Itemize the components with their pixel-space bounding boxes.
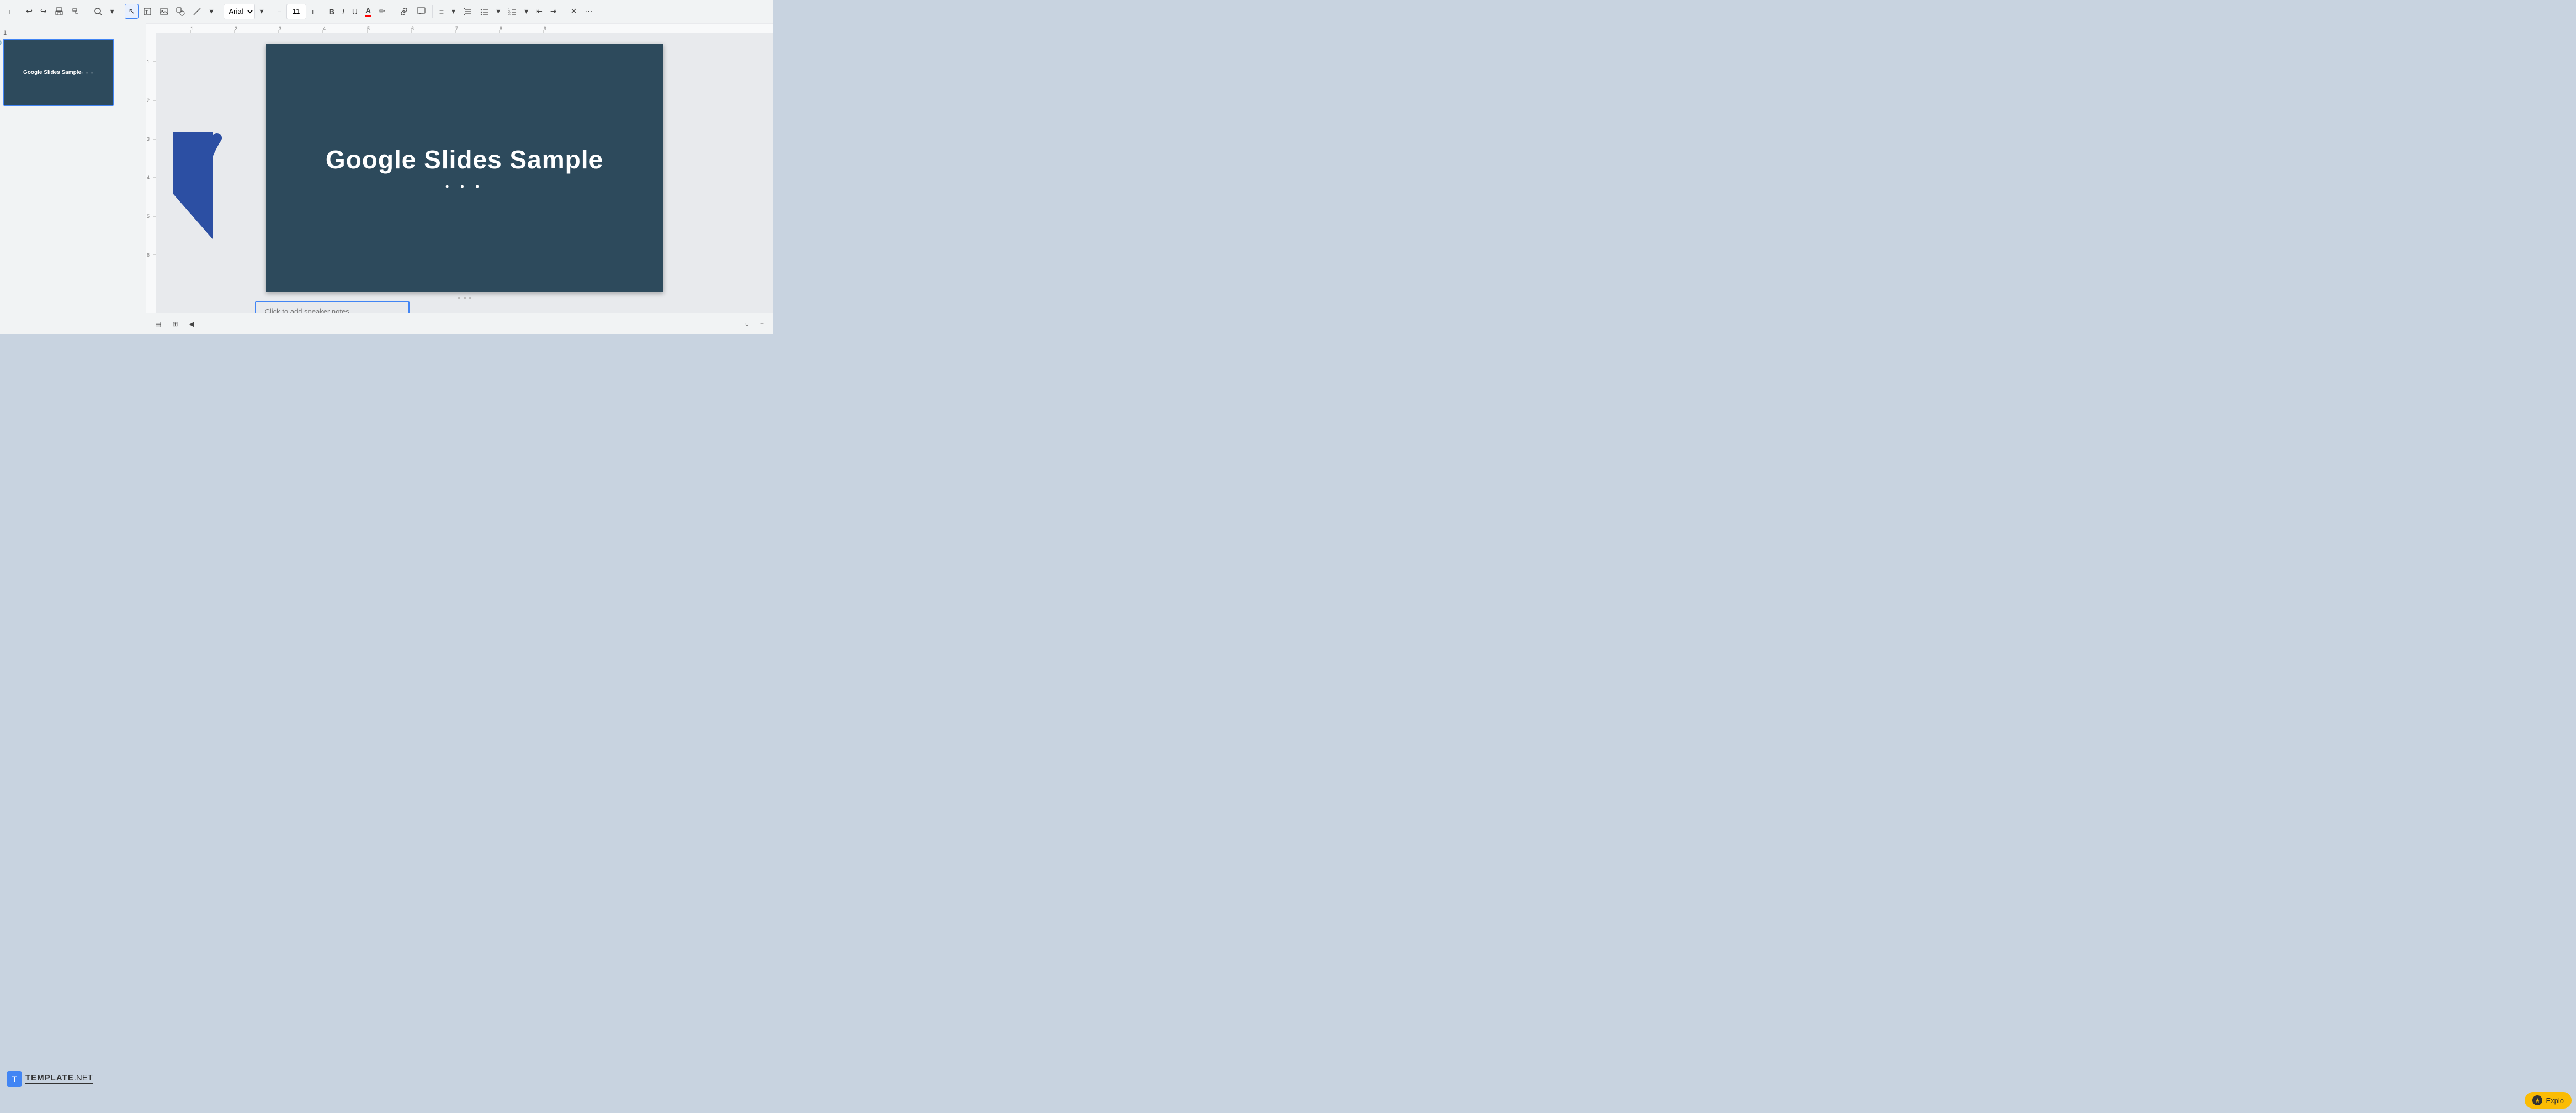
collapse-panel-button[interactable]: ◀ (184, 318, 198, 330)
image-button[interactable] (156, 5, 172, 18)
zoom-in-button[interactable]: + (756, 318, 768, 330)
indent-decrease-button[interactable]: ⇤ (533, 4, 546, 18)
svg-text:8: 8 (500, 26, 502, 31)
svg-text:6: 6 (147, 252, 150, 258)
explore-label: Explo (2546, 1096, 2564, 1105)
shape-button[interactable] (173, 5, 188, 18)
fit-button[interactable]: ○ (741, 318, 753, 330)
svg-text:4: 4 (323, 26, 326, 31)
link-button[interactable] (396, 5, 412, 18)
svg-text:1: 1 (190, 26, 193, 31)
canvas-with-ruler: 1 2 3 4 5 6 (146, 33, 773, 313)
arrow-annotation (173, 132, 261, 246)
canvas-area: 1 2 3 4 5 6 7 8 9 (146, 23, 773, 334)
svg-text:3: 3 (147, 136, 150, 142)
line-button[interactable] (189, 5, 205, 18)
svg-text:5: 5 (147, 214, 150, 219)
line-dropdown[interactable]: ▾ (206, 4, 216, 18)
redo-button[interactable]: ↪ (37, 4, 50, 18)
thumbnail-dots: • • • (81, 71, 94, 76)
add-button[interactable]: + (4, 5, 15, 18)
font-increase-button[interactable]: + (307, 5, 318, 18)
zoom-dropdown[interactable]: ▾ (107, 4, 118, 18)
more-button[interactable]: ⋯ (581, 4, 596, 18)
scroll-dot-1 (458, 297, 460, 299)
text-button[interactable]: T (140, 5, 155, 18)
svg-text:1: 1 (147, 59, 150, 65)
font-decrease-button[interactable]: − (274, 5, 285, 18)
svg-text:4: 4 (147, 175, 150, 180)
clear-format-button[interactable]: ✕ (567, 4, 581, 18)
italic-button[interactable]: I (339, 5, 348, 18)
logo-icon: T (7, 1071, 22, 1087)
thumbnail-title: Google Slides Sample (23, 70, 81, 76)
svg-text:9: 9 (544, 26, 546, 31)
slide-thumbnail[interactable]: Google Slides Sample • • • (3, 39, 114, 106)
toolbar: + ↩ ↪ ▾ ↖ T ▾ Arial ▾ − + B I U A ✏ (0, 0, 773, 23)
grid-view-button[interactable]: ⊞ (168, 318, 182, 330)
numbered-button[interactable]: 1.2.3. (504, 5, 520, 18)
numbered-dropdown[interactable]: ▾ (521, 4, 532, 18)
svg-text:3.: 3. (508, 13, 511, 16)
ruler-horizontal: 1 2 3 4 5 6 7 8 9 (146, 23, 773, 33)
bullets-dropdown[interactable]: ▾ (493, 4, 503, 18)
template-logo: T TEMPLATE .NET (7, 1071, 93, 1087)
line-spacing-button[interactable] (460, 5, 475, 18)
main-area: 1 🔗 Google Slides Sample • • • 1 2 (0, 23, 773, 334)
scroll-dot-3 (469, 297, 471, 299)
svg-text:3: 3 (279, 26, 281, 31)
svg-text:2: 2 (235, 26, 237, 31)
slide-view-button[interactable]: ▤ (151, 318, 166, 330)
logo-text: TEMPLATE .NET (25, 1073, 93, 1084)
font-dropdown[interactable]: ▾ (256, 4, 267, 18)
scroll-handle (458, 297, 471, 299)
explore-button[interactable]: ★ Explo (2525, 1092, 2572, 1109)
align-button[interactable]: ≡ (436, 5, 447, 18)
svg-text:5: 5 (367, 26, 370, 31)
font-family-select[interactable]: Arial (224, 4, 255, 19)
link-icon: 🔗 (0, 40, 2, 51)
sep8 (432, 5, 433, 18)
scroll-dot-2 (464, 297, 466, 299)
slide-number: 1 (3, 28, 11, 36)
font-color-button[interactable]: A (362, 4, 374, 19)
ruler-vertical: 1 2 3 4 5 6 (146, 33, 156, 313)
logo-brand: TEMPLATE (25, 1073, 74, 1083)
comment-button[interactable] (413, 5, 429, 18)
undo-button[interactable]: ↩ (23, 4, 36, 18)
align-dropdown[interactable]: ▾ (448, 4, 459, 18)
slide-panel: 1 🔗 Google Slides Sample • • • (0, 23, 146, 334)
cursor-button[interactable]: ↖ (125, 4, 139, 19)
print-button[interactable] (51, 5, 67, 18)
format-paint-button[interactable] (68, 5, 83, 18)
slide-dots: • • • (445, 181, 484, 193)
svg-text:6: 6 (411, 26, 414, 31)
bold-button[interactable]: B (326, 5, 338, 18)
svg-text:T: T (145, 9, 148, 15)
speaker-notes-input[interactable] (265, 307, 400, 313)
slide-number-row: 1 🔗 Google Slides Sample • • • (3, 28, 142, 106)
slide-title: Google Slides Sample (326, 145, 603, 174)
underline-button[interactable]: U (349, 5, 361, 18)
zoom-button[interactable] (91, 5, 106, 18)
logo-suffix: .NET (74, 1073, 93, 1083)
indent-increase-button[interactable]: ⇥ (547, 4, 560, 18)
highlight-button[interactable]: ✏ (375, 4, 389, 18)
slide-canvas[interactable]: Google Slides Sample • • • (266, 44, 663, 292)
font-size-input[interactable] (286, 4, 306, 19)
speaker-notes-input-border[interactable] (255, 301, 410, 313)
svg-text:2: 2 (147, 98, 150, 103)
bottom-bar: ▤ ⊞ ◀ ○ + (146, 313, 773, 334)
slide-canvas-wrapper: Google Slides Sample • • • (156, 33, 773, 313)
logo-underline (25, 1083, 93, 1084)
svg-text:7: 7 (455, 26, 458, 31)
bullets-button[interactable] (476, 5, 492, 18)
explore-icon: ★ (2532, 1095, 2542, 1105)
speaker-notes-container (255, 301, 674, 313)
